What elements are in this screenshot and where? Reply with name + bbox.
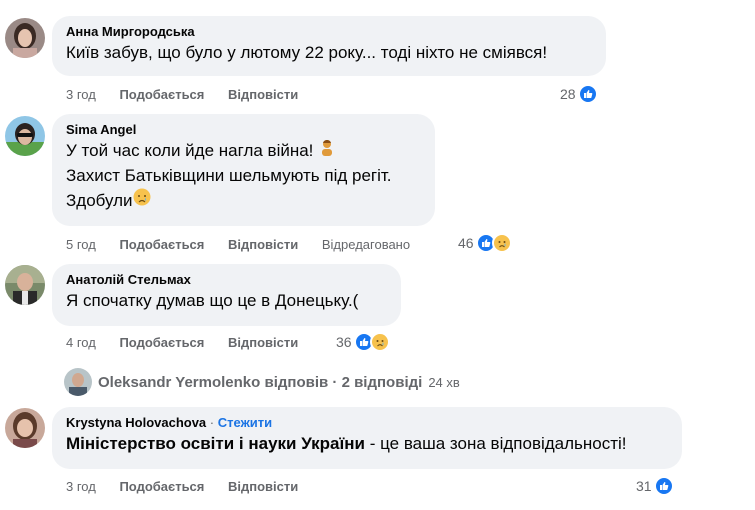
comment-actions: 4 год Подобається Відповісти xyxy=(66,335,318,351)
comment-time[interactable]: 3 год xyxy=(66,87,96,102)
avatar[interactable] xyxy=(5,116,45,156)
separator-dot: · xyxy=(209,415,215,430)
comment-text: У той час коли йде нагла війна! xyxy=(66,141,314,160)
comment-author[interactable]: Анатолій Стельмах xyxy=(66,272,389,288)
reaction-count: 46 xyxy=(458,235,474,251)
avatar[interactable] xyxy=(5,265,45,305)
comment-text-rest: - це ваша зона відповідальності! xyxy=(364,434,627,453)
comment-bubble: Sima Angel У той час коли йде нагла війн… xyxy=(52,114,435,226)
comment-actions: 3 год Подобається Відповісти xyxy=(66,479,318,495)
comment-bubble: Анна Миргородська Київ забув, що було у … xyxy=(52,16,606,76)
reaction-count: 31 xyxy=(636,478,652,494)
comment-bubble: Krystyna Holovachova · Стежити Міністерс… xyxy=(52,407,682,469)
comment-line-3: Здобули xyxy=(66,188,423,213)
comment-actions: 5 год Подобається Відповісти Відредагова… xyxy=(66,237,430,253)
like-button[interactable]: Подобається xyxy=(119,87,204,102)
reply-time: 24 хв xyxy=(428,374,460,390)
comment-time[interactable]: 4 год xyxy=(66,335,96,350)
like-button[interactable]: Подобається xyxy=(119,237,204,252)
reply-button[interactable]: Відповісти xyxy=(228,237,298,252)
avatar xyxy=(64,368,92,396)
replier-name: Oleksandr Yermolenko xyxy=(98,373,261,391)
comment-line-1: У той час коли йде нагла війна! xyxy=(66,138,423,163)
comment-text: Міністерство освіти і науки України - це… xyxy=(66,431,670,456)
like-reaction-icon xyxy=(653,476,674,496)
comment-author[interactable]: Krystyna Holovachova xyxy=(66,415,206,430)
like-reaction-icon xyxy=(577,84,598,104)
crying-face-emoji-icon xyxy=(133,188,151,213)
follow-button[interactable]: Стежити xyxy=(218,415,272,430)
reaction-count: 36 xyxy=(336,334,352,350)
reply-count: 2 відповіді xyxy=(341,373,423,391)
comment-text: Київ забув, що було у лютому 22 року... … xyxy=(66,43,548,62)
comment-time[interactable]: 3 год xyxy=(66,479,96,494)
comment-time[interactable]: 5 год xyxy=(66,237,96,252)
sad-reaction-icon xyxy=(369,332,390,352)
reaction-summary[interactable]: 46 xyxy=(458,233,512,253)
reply-button[interactable]: Відповісти xyxy=(228,335,298,350)
avatar[interactable] xyxy=(5,18,45,58)
avatar[interactable] xyxy=(5,408,45,448)
separator-dot: · xyxy=(332,373,338,391)
sad-reaction-icon xyxy=(491,233,512,253)
comment-bubble: Анатолій Стельмах Я спочатку думав що це… xyxy=(52,264,401,326)
comment-actions: 3 год Подобається Відповісти xyxy=(66,87,318,103)
comment-author-line: Krystyna Holovachova · Стежити xyxy=(66,415,670,431)
reaction-summary[interactable]: 36 xyxy=(336,332,390,352)
comment-author[interactable]: Анна Миргородська xyxy=(66,24,594,40)
comment-author[interactable]: Sima Angel xyxy=(66,122,423,138)
reaction-count: 28 xyxy=(560,86,576,102)
comment-text: Здобули xyxy=(66,191,133,210)
reply-button[interactable]: Відповісти xyxy=(228,479,298,494)
like-button[interactable]: Подобається xyxy=(119,479,204,494)
comment-text: Я спочатку думав що це в Донецьку.( xyxy=(66,291,359,310)
reply-button[interactable]: Відповісти xyxy=(228,87,298,102)
view-replies-link[interactable]: Oleksandr Yermolenko відповів · 2 відпов… xyxy=(64,368,460,396)
reaction-summary[interactable]: 31 xyxy=(636,476,674,496)
replied-label: відповів xyxy=(264,373,329,391)
comment-text-bold: Міністерство освіти і науки України xyxy=(66,434,365,453)
comment-text: Захист Батьківщини шельмують під регіт. xyxy=(66,166,392,185)
person-emoji-icon xyxy=(318,138,336,163)
reaction-summary[interactable]: 28 xyxy=(560,84,598,104)
like-button[interactable]: Подобається xyxy=(119,335,204,350)
edited-label[interactable]: Відредаговано xyxy=(322,237,410,252)
